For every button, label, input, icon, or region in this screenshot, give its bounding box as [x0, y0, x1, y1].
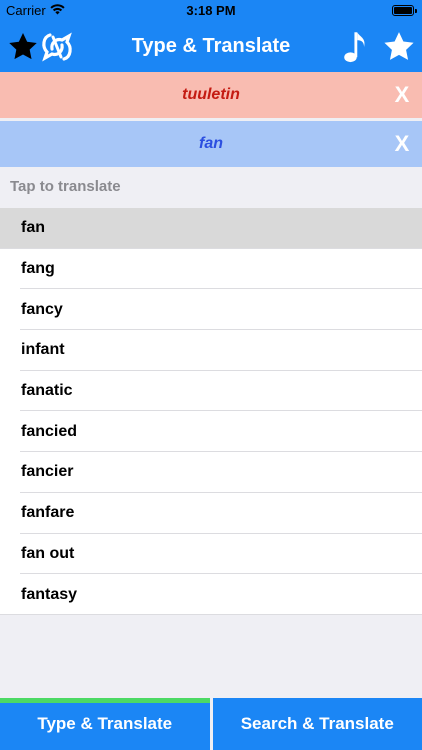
list-item[interactable]: fan out: [0, 533, 422, 575]
suggestion-list: fan fang fancy infant fanatic fancied fa…: [0, 208, 422, 615]
tab-search-translate[interactable]: Search & Translate: [209, 698, 422, 750]
list-item[interactable]: fanfare: [0, 492, 422, 534]
tab-bar: Type & Translate Search & Translate: [0, 698, 422, 750]
clear-source-button[interactable]: X: [388, 78, 416, 112]
list-header: Tap to translate: [10, 178, 121, 195]
list-item[interactable]: fang: [0, 248, 422, 290]
list-item[interactable]: fancier: [0, 452, 422, 493]
list-item[interactable]: fanatic: [0, 370, 422, 412]
clear-translation-button[interactable]: X: [388, 127, 416, 161]
nav-bar: Type & Translate: [0, 22, 422, 72]
favorite-star-icon[interactable]: [382, 30, 416, 64]
status-bar: Carrier 3:18 PM: [0, 0, 422, 22]
source-text-banner[interactable]: tuuletin X: [0, 72, 422, 118]
battery-icon: [392, 5, 417, 16]
music-note-icon[interactable]: [338, 30, 372, 64]
list-item[interactable]: infant: [0, 330, 422, 371]
status-time: 3:18 PM: [186, 3, 236, 18]
translation-text: fan: [199, 135, 223, 152]
list-item[interactable]: fancy: [0, 289, 422, 331]
tab-type-translate[interactable]: Type & Translate: [0, 698, 210, 750]
list-item[interactable]: fancied: [0, 411, 422, 453]
source-text: tuuletin: [182, 86, 240, 103]
list-item[interactable]: fan: [0, 208, 422, 249]
translation-banner[interactable]: fan X: [0, 121, 422, 167]
list-item[interactable]: fantasy: [0, 574, 422, 615]
